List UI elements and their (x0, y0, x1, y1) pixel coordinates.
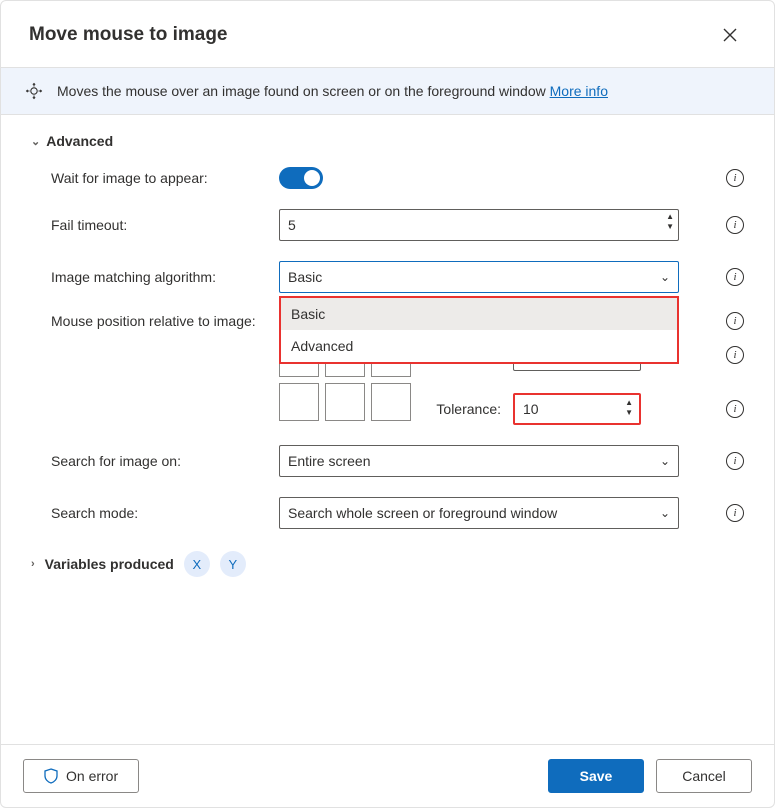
search-on-value: Entire screen (288, 453, 370, 469)
info-bar-description: Moves the mouse over an image found on s… (57, 83, 550, 99)
algorithm-option-advanced[interactable]: Advanced (281, 330, 677, 362)
search-on-label: Search for image on: (51, 453, 269, 469)
grid-cell[interactable] (325, 383, 365, 421)
grid-cell[interactable] (279, 383, 319, 421)
more-info-link[interactable]: More info (550, 83, 608, 99)
dialog-body: ⌄ Advanced Wait for image to appear: i F… (1, 115, 774, 744)
info-icon[interactable]: i (726, 346, 744, 364)
wait-for-image-row: Wait for image to appear: i (51, 167, 744, 189)
chevron-down-icon: ⌄ (31, 135, 40, 148)
variable-y-pill[interactable]: Y (220, 551, 246, 577)
fail-timeout-spinner[interactable]: ▲▼ (666, 212, 674, 232)
dialog-footer: On error Save Cancel (1, 744, 774, 807)
dialog-title: Move mouse to image (29, 24, 228, 46)
search-mode-label: Search mode: (51, 505, 269, 521)
info-icon[interactable]: i (726, 216, 744, 234)
fail-timeout-row: Fail timeout: 5 ▲▼ i (51, 209, 744, 241)
info-icon[interactable]: i (726, 400, 744, 418)
save-button[interactable]: Save (548, 759, 644, 793)
search-mode-select[interactable]: Search whole screen or foreground window… (279, 497, 679, 529)
shield-icon (44, 768, 58, 784)
dialog: Move mouse to image Moves the mouse over… (0, 0, 775, 808)
cancel-button[interactable]: Cancel (656, 759, 752, 793)
mouse-move-icon (25, 82, 43, 100)
on-error-label: On error (66, 768, 118, 784)
variables-produced-toggle[interactable]: › Variables produced X Y (31, 551, 744, 577)
dialog-header: Move mouse to image (1, 1, 774, 67)
algorithm-select[interactable]: Basic ⌄ (279, 261, 679, 293)
chevron-down-icon: ⌄ (660, 270, 670, 284)
variables-produced-label: Variables produced (45, 556, 174, 572)
algorithm-value: Basic (288, 269, 322, 285)
fail-timeout-value: 5 (288, 217, 296, 233)
mouse-position-label: Mouse position relative to image: (51, 313, 269, 329)
algorithm-row: Image matching algorithm: Basic ⌄ i Basi… (51, 261, 744, 293)
chevron-down-icon: ⌄ (660, 454, 670, 468)
advanced-section-label: Advanced (46, 133, 113, 149)
tolerance-value: 10 (523, 401, 539, 417)
variable-x-pill[interactable]: X (184, 551, 210, 577)
algorithm-label: Image matching algorithm: (51, 269, 269, 285)
advanced-section-toggle[interactable]: ⌄ Advanced (31, 133, 744, 149)
info-icon[interactable]: i (726, 504, 744, 522)
search-mode-value: Search whole screen or foreground window (288, 505, 557, 521)
info-icon[interactable]: i (726, 268, 744, 286)
search-on-row: Search for image on: Entire screen ⌄ i (51, 445, 744, 477)
info-icon[interactable]: i (726, 312, 744, 330)
close-icon (723, 28, 737, 42)
tolerance-label: Tolerance: (431, 401, 501, 417)
search-mode-row: Search mode: Search whole screen or fore… (51, 497, 744, 529)
wait-for-image-toggle[interactable] (279, 167, 323, 189)
search-on-select[interactable]: Entire screen ⌄ (279, 445, 679, 477)
algorithm-dropdown: Basic Advanced (279, 296, 679, 364)
tolerance-spinner[interactable]: ▲▼ (625, 398, 633, 418)
info-icon[interactable]: i (726, 169, 744, 187)
info-bar-text: Moves the mouse over an image found on s… (57, 83, 608, 99)
close-button[interactable] (714, 19, 746, 51)
info-bar: Moves the mouse over an image found on s… (1, 67, 774, 115)
fail-timeout-input[interactable]: 5 ▲▼ (279, 209, 679, 241)
chevron-down-icon: ⌄ (660, 506, 670, 520)
wait-for-image-label: Wait for image to appear: (51, 170, 269, 186)
chevron-right-icon: › (31, 558, 35, 570)
fail-timeout-label: Fail timeout: (51, 217, 269, 233)
algorithm-option-basic[interactable]: Basic (281, 298, 677, 330)
tolerance-row: Tolerance: 10 ▲▼ i (431, 393, 744, 425)
info-icon[interactable]: i (726, 452, 744, 470)
on-error-button[interactable]: On error (23, 759, 139, 793)
grid-cell[interactable] (371, 383, 411, 421)
tolerance-input[interactable]: 10 ▲▼ (513, 393, 641, 425)
